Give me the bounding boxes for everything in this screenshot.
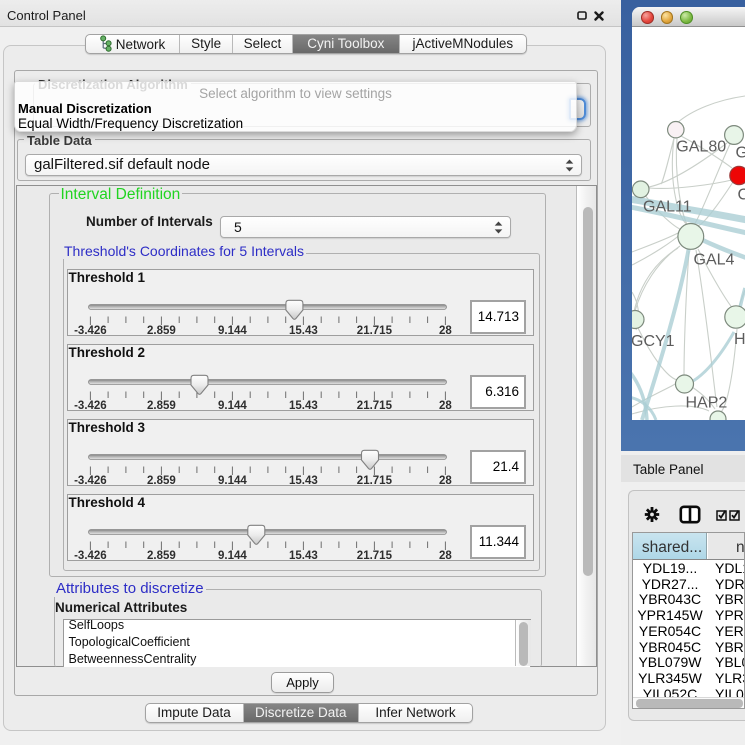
svg-text:21.715: 21.715 [357, 325, 393, 336]
svg-text:28: 28 [439, 475, 452, 486]
svg-text:28: 28 [439, 400, 452, 411]
svg-text:9.144: 9.144 [218, 475, 247, 486]
svg-text:2.859: 2.859 [147, 400, 176, 411]
svg-text:15.43: 15.43 [289, 550, 318, 561]
svg-text:28: 28 [439, 550, 452, 561]
svg-text:2.859: 2.859 [147, 550, 176, 561]
svg-text:CY: CY [738, 187, 745, 204]
svg-text:HAP2: HAP2 [686, 395, 728, 412]
svg-text:2.859: 2.859 [147, 475, 176, 486]
svg-text:GAL4: GAL4 [694, 252, 735, 269]
svg-text:GAL11: GAL11 [643, 199, 692, 216]
svg-text:H: H [734, 331, 745, 348]
svg-text:-3.426: -3.426 [74, 550, 107, 561]
svg-text:9.144: 9.144 [218, 400, 247, 411]
svg-text:9.144: 9.144 [218, 325, 247, 336]
svg-text:21.715: 21.715 [357, 400, 393, 411]
svg-text:GAL: GAL [736, 145, 745, 162]
svg-text:-3.426: -3.426 [74, 475, 107, 486]
svg-text:28: 28 [439, 325, 452, 336]
svg-text:15.43: 15.43 [289, 325, 318, 336]
svg-text:21.715: 21.715 [357, 475, 393, 486]
svg-text:15.43: 15.43 [289, 475, 318, 486]
svg-text:GAL80: GAL80 [676, 139, 726, 156]
svg-text:GCY1: GCY1 [632, 333, 675, 350]
svg-text:2.859: 2.859 [147, 325, 176, 336]
svg-text:9.144: 9.144 [218, 550, 247, 561]
svg-text:-3.426: -3.426 [74, 325, 107, 336]
svg-text:21.715: 21.715 [357, 550, 393, 561]
svg-text:15.43: 15.43 [289, 400, 318, 411]
svg-text:-3.426: -3.426 [74, 400, 107, 411]
